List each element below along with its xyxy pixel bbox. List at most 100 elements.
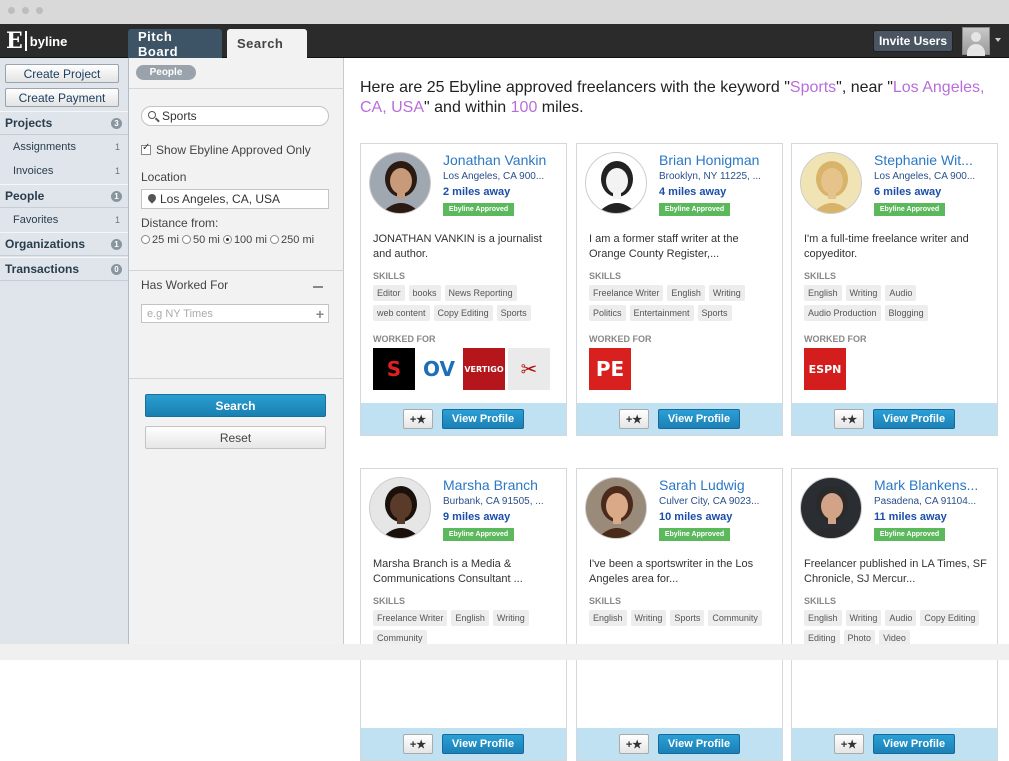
- radio-button-selected[interactable]: [222, 235, 232, 244]
- profile-photo[interactable]: [800, 477, 862, 539]
- keyword-search-input[interactable]: Sports: [141, 106, 329, 126]
- view-profile-button[interactable]: View Profile: [658, 409, 740, 429]
- chevron-down-icon[interactable]: [995, 38, 1001, 42]
- invite-users-button[interactable]: Invite Users: [873, 30, 953, 52]
- publication-logo[interactable]: ESPN: [804, 348, 846, 390]
- freelancer-name[interactable]: Marsha Branch: [443, 477, 563, 493]
- checkbox-checked[interactable]: [141, 142, 151, 155]
- worked-for-input[interactable]: e.g NY Times +: [141, 304, 329, 323]
- radio-100-mi[interactable]: 100 mi: [222, 234, 267, 246]
- add-favorite-button[interactable]: +★: [834, 409, 864, 429]
- approved-only-checkbox[interactable]: Show Ebyline Approved Only: [141, 142, 311, 157]
- create-project-button[interactable]: Create Project: [5, 64, 119, 83]
- profile-photo[interactable]: [369, 152, 431, 214]
- skill-tag[interactable]: Writing: [492, 610, 529, 626]
- radio-button[interactable]: [270, 235, 280, 244]
- ebyline-logo[interactable]: E byline: [6, 29, 67, 53]
- radio-50-mi[interactable]: 50 mi: [181, 234, 220, 246]
- tab-pitch-board[interactable]: Pitch Board: [128, 29, 222, 59]
- people-filter-tag[interactable]: People: [136, 65, 196, 80]
- radio-button[interactable]: [181, 235, 191, 244]
- skill-tag[interactable]: books: [408, 285, 441, 301]
- radio-25-mi[interactable]: 25 mi: [141, 234, 179, 246]
- freelancer-name[interactable]: Sarah Ludwig: [659, 477, 779, 493]
- window-close-dot[interactable]: [8, 7, 15, 14]
- skill-tag[interactable]: Editor: [373, 285, 405, 301]
- publication-logo[interactable]: ✂: [508, 348, 550, 390]
- headline-keyword[interactable]: Sports: [790, 79, 836, 96]
- freelancer-card[interactable]: Stephanie Wit... Los Angeles, CA 900... 6 …: [791, 143, 998, 436]
- skill-tag[interactable]: English: [451, 610, 489, 626]
- radio-button[interactable]: [141, 235, 150, 244]
- skill-tag[interactable]: English: [589, 610, 627, 626]
- skill-tag[interactable]: Entertainment: [629, 305, 694, 321]
- skill-tag[interactable]: English: [804, 285, 842, 301]
- radio-250-mi[interactable]: 250 mi: [270, 234, 314, 246]
- skill-tag[interactable]: Writing: [630, 610, 667, 626]
- skill-tag[interactable]: Copy Editing: [920, 610, 980, 626]
- view-profile-button[interactable]: View Profile: [873, 409, 955, 429]
- skill-tag[interactable]: Writing: [845, 610, 882, 626]
- publication-logo[interactable]: PE: [589, 348, 631, 390]
- freelancer-card[interactable]: Brian Honigman Brooklyn, NY 11225, ... 4 m…: [576, 143, 783, 436]
- view-profile-button[interactable]: View Profile: [442, 409, 524, 429]
- sidebar-item-invoices[interactable]: Invoices 1: [0, 159, 128, 183]
- location-input[interactable]: Los Angeles, CA, USA: [141, 189, 329, 209]
- skill-tag[interactable]: Sports: [496, 305, 531, 321]
- skill-tag[interactable]: Community: [708, 610, 762, 626]
- collapse-minus-icon[interactable]: [313, 286, 323, 288]
- add-favorite-button[interactable]: +★: [619, 734, 649, 754]
- search-button[interactable]: Search: [145, 394, 326, 417]
- skill-tag[interactable]: Audio Production: [804, 305, 881, 321]
- publication-logo[interactable]: VERTIGO: [463, 348, 505, 390]
- add-favorite-button[interactable]: +★: [619, 409, 649, 429]
- skill-tag[interactable]: Freelance Writer: [373, 610, 448, 626]
- sidebar-item-organizations[interactable]: Organizations 1: [0, 232, 128, 256]
- publication-logo[interactable]: S: [373, 348, 415, 390]
- freelancer-name[interactable]: Brian Honigman: [659, 152, 779, 168]
- skill-tag[interactable]: Audio: [885, 285, 917, 301]
- skill-tag[interactable]: Writing: [708, 285, 745, 301]
- freelancer-name[interactable]: Jonathan Vankin: [443, 152, 563, 168]
- window-minimize-dot[interactable]: [22, 7, 29, 14]
- sidebar-item-favorites[interactable]: Favorites 1: [0, 208, 128, 232]
- skill-tag[interactable]: News Reporting: [444, 285, 517, 301]
- profile-photo[interactable]: [369, 477, 431, 539]
- profile-photo[interactable]: [800, 152, 862, 214]
- profile-photo[interactable]: [585, 152, 647, 214]
- tab-search[interactable]: Search: [227, 29, 307, 58]
- freelancer-card[interactable]: Marsha Branch Burbank, CA 91505, ... 9 mil…: [360, 468, 567, 761]
- freelancer-card[interactable]: Jonathan Vankin Los Angeles, CA 900... 2 m…: [360, 143, 567, 436]
- view-profile-button[interactable]: View Profile: [658, 734, 740, 754]
- freelancer-card[interactable]: Sarah Ludwig Culver City, CA 9023... 10 mi…: [576, 468, 783, 761]
- sidebar-item-projects[interactable]: Projects 3: [0, 111, 128, 135]
- skill-tag[interactable]: Sports: [697, 305, 732, 321]
- reset-button[interactable]: Reset: [145, 426, 326, 449]
- freelancer-name[interactable]: Stephanie Wit...: [874, 152, 994, 168]
- skill-tag[interactable]: Copy Editing: [433, 305, 493, 321]
- window-zoom-dot[interactable]: [36, 7, 43, 14]
- create-payment-button[interactable]: Create Payment: [5, 88, 119, 107]
- plus-icon[interactable]: +: [316, 306, 324, 322]
- skill-tag[interactable]: Politics: [589, 305, 626, 321]
- skill-tag[interactable]: Sports: [670, 610, 705, 626]
- skill-tag[interactable]: English: [667, 285, 705, 301]
- sidebar-item-people[interactable]: People 1: [0, 184, 128, 208]
- skill-tag[interactable]: Writing: [845, 285, 882, 301]
- view-profile-button[interactable]: View Profile: [442, 734, 524, 754]
- skill-tag[interactable]: Freelance Writer: [589, 285, 664, 301]
- sidebar-item-assignments[interactable]: Assignments 1: [0, 135, 128, 159]
- publication-logo[interactable]: OV: [418, 348, 460, 390]
- add-favorite-button[interactable]: +★: [834, 734, 864, 754]
- skill-tag[interactable]: English: [804, 610, 842, 626]
- skill-tag[interactable]: Audio: [885, 610, 917, 626]
- add-favorite-button[interactable]: +★: [403, 734, 433, 754]
- skill-tag[interactable]: web content: [373, 305, 430, 321]
- profile-photo[interactable]: [585, 477, 647, 539]
- sidebar-item-transactions[interactable]: Transactions 0: [0, 257, 128, 281]
- freelancer-card[interactable]: Mark Blankens... Pasadena, CA 91104... 11 …: [791, 468, 998, 761]
- headline-miles[interactable]: 100: [511, 99, 538, 116]
- freelancer-name[interactable]: Mark Blankens...: [874, 477, 994, 493]
- user-avatar[interactable]: [962, 27, 990, 56]
- add-favorite-button[interactable]: +★: [403, 409, 433, 429]
